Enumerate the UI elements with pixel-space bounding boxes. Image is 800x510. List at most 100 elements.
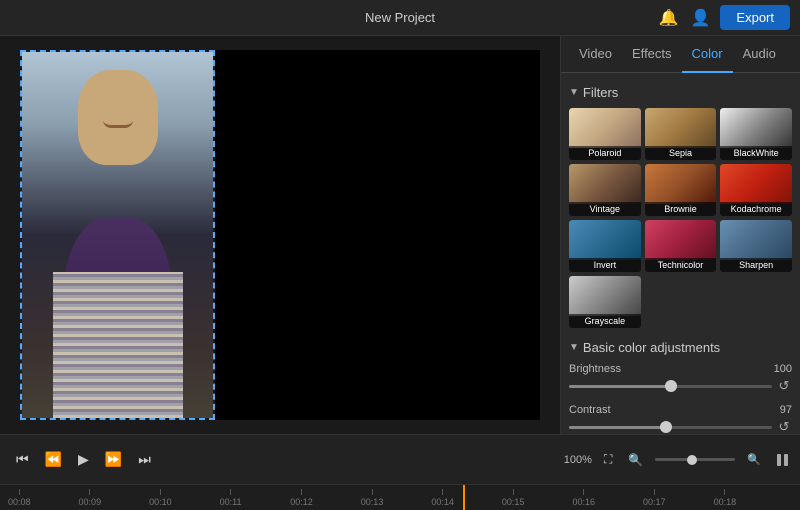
fullscreen-button[interactable]: ⛶ <box>600 448 616 471</box>
filter-invert[interactable]: Invert <box>569 220 641 272</box>
play-button[interactable]: ▶ <box>74 447 93 472</box>
filter-sepia-thumb <box>645 108 717 148</box>
brightness-control: ↺ <box>569 378 792 394</box>
brightness-slider[interactable] <box>569 385 772 388</box>
timeline-mark-1: 00:09 <box>79 489 102 507</box>
video-frame <box>20 50 215 420</box>
filters-section-header: ▼ Filters <box>569 85 792 100</box>
filter-grayscale[interactable]: Grayscale <box>569 276 641 328</box>
project-title: New Project <box>365 10 435 25</box>
filter-invert-label: Invert <box>569 258 641 272</box>
tab-video[interactable]: Video <box>569 36 622 73</box>
filter-brownie[interactable]: Brownie <box>645 164 717 216</box>
photo-face <box>78 70 158 165</box>
brightness-reset-button[interactable]: ↺ <box>776 378 792 394</box>
tab-color[interactable]: Color <box>682 36 733 73</box>
fast-forward-button[interactable]: ⏩ <box>101 447 126 472</box>
filter-sharpen-thumb <box>720 220 792 260</box>
brightness-label-row: Brightness 100 <box>569 363 792 375</box>
filter-technicolor-thumb <box>645 220 717 260</box>
filters-chevron-icon: ▼ <box>569 87 579 98</box>
filter-grayscale-thumb <box>569 276 641 316</box>
timeline-label-1: 00:09 <box>79 497 102 507</box>
tab-bar: Video Effects Color Audio <box>561 36 800 73</box>
playback-bar: ⏮ ⏪ ▶ ⏩ ⏭ 100% ⛶ 🔍 🔍 <box>0 434 800 484</box>
timeline-mark-8: 00:16 <box>572 489 595 507</box>
tick <box>160 489 161 495</box>
photo-shirt <box>53 272 183 418</box>
filter-sharpen-label: Sharpen <box>720 258 792 272</box>
filter-polaroid-label: Polaroid <box>569 146 641 160</box>
color-adj-chevron-icon: ▼ <box>569 342 579 353</box>
contrast-slider[interactable] <box>569 426 772 429</box>
timeline-mark-0: 00:08 <box>8 489 31 507</box>
filter-grid: Polaroid Sepia BlackWhite Vintage Browni… <box>569 108 792 328</box>
timeline-label-4: 00:12 <box>290 497 313 507</box>
timeline-marks: 00:08 00:09 00:10 00:11 00:12 00:13 00:1… <box>8 485 792 510</box>
color-adj-label: Basic color adjustments <box>583 340 720 355</box>
brightness-thumb[interactable] <box>665 380 677 392</box>
brightness-label: Brightness <box>569 363 621 375</box>
timeline[interactable]: 00:08 00:09 00:10 00:11 00:12 00:13 00:1… <box>0 484 800 510</box>
black-area <box>215 50 540 420</box>
timeline-mark-4: 00:12 <box>290 489 313 507</box>
timeline-label-10: 00:18 <box>714 497 737 507</box>
contrast-fill <box>569 426 666 429</box>
export-button[interactable]: Export <box>720 5 790 30</box>
tick <box>724 489 725 495</box>
contrast-control: ↺ <box>569 419 792 434</box>
filter-sepia[interactable]: Sepia <box>645 108 717 160</box>
filter-sepia-label: Sepia <box>645 146 717 160</box>
color-adj-header: ▼ Basic color adjustments <box>569 340 792 355</box>
user-icon[interactable]: 👤 <box>688 6 712 30</box>
timeline-mark-2: 00:10 <box>149 489 172 507</box>
timeline-mark-3: 00:11 <box>220 489 242 507</box>
zoom-in-button[interactable]: 🔍 <box>743 449 765 470</box>
filter-vintage-label: Vintage <box>569 202 641 216</box>
timeline-mark-9: 00:17 <box>643 489 666 507</box>
timeline-mark-5: 00:13 <box>361 489 384 507</box>
tick <box>372 489 373 495</box>
filter-technicolor-label: Technicolor <box>645 258 717 272</box>
color-adjustments-section: ▼ Basic color adjustments Brightness 100 <box>569 340 792 434</box>
video-area <box>0 36 560 434</box>
contrast-thumb[interactable] <box>660 421 672 433</box>
zoom-thumb[interactable] <box>687 455 697 465</box>
filter-technicolor[interactable]: Technicolor <box>645 220 717 272</box>
contrast-reset-button[interactable]: ↺ <box>776 419 792 434</box>
timeline-mark-6: 00:14 <box>431 489 454 507</box>
filter-grayscale-label: Grayscale <box>569 314 641 328</box>
timeline-label-5: 00:13 <box>361 497 384 507</box>
filter-blackwhite[interactable]: BlackWhite <box>720 108 792 160</box>
timeline-playhead[interactable] <box>463 485 465 510</box>
filter-brownie-thumb <box>645 164 717 204</box>
tick <box>442 489 443 495</box>
zoom-slider[interactable] <box>655 458 735 461</box>
filter-sharpen[interactable]: Sharpen <box>720 220 792 272</box>
notification-icon[interactable]: 🔔 <box>656 6 680 30</box>
timeline-label-3: 00:11 <box>220 497 242 507</box>
timeline-label-7: 00:15 <box>502 497 525 507</box>
filter-kodachrome[interactable]: Kodachrome <box>720 164 792 216</box>
filter-blackwhite-label: BlackWhite <box>720 146 792 160</box>
filter-vintage-thumb <box>569 164 641 204</box>
filter-brownie-label: Brownie <box>645 202 717 216</box>
brightness-row: Brightness 100 ↺ <box>569 363 792 394</box>
skip-to-start-button[interactable]: ⏮ <box>12 447 33 472</box>
tab-effects[interactable]: Effects <box>622 36 682 73</box>
pause-bar-left <box>777 454 781 466</box>
tab-audio[interactable]: Audio <box>733 36 786 73</box>
skip-to-end-button[interactable]: ⏭ <box>134 447 155 472</box>
contrast-label: Contrast <box>569 404 611 416</box>
timeline-label-8: 00:16 <box>572 497 595 507</box>
timeline-label-6: 00:14 <box>431 497 454 507</box>
panel-content: ▼ Filters Polaroid Sepia BlackWhite <box>561 73 800 434</box>
filter-vintage[interactable]: Vintage <box>569 164 641 216</box>
filter-polaroid[interactable]: Polaroid <box>569 108 641 160</box>
tick <box>301 489 302 495</box>
header: New Project 🔔 👤 Export <box>0 0 800 36</box>
rewind-button[interactable]: ⏪ <box>41 447 66 472</box>
header-actions: 🔔 👤 Export <box>656 5 790 30</box>
zoom-out-button[interactable]: 🔍 <box>624 449 647 471</box>
timeline-label-9: 00:17 <box>643 497 666 507</box>
